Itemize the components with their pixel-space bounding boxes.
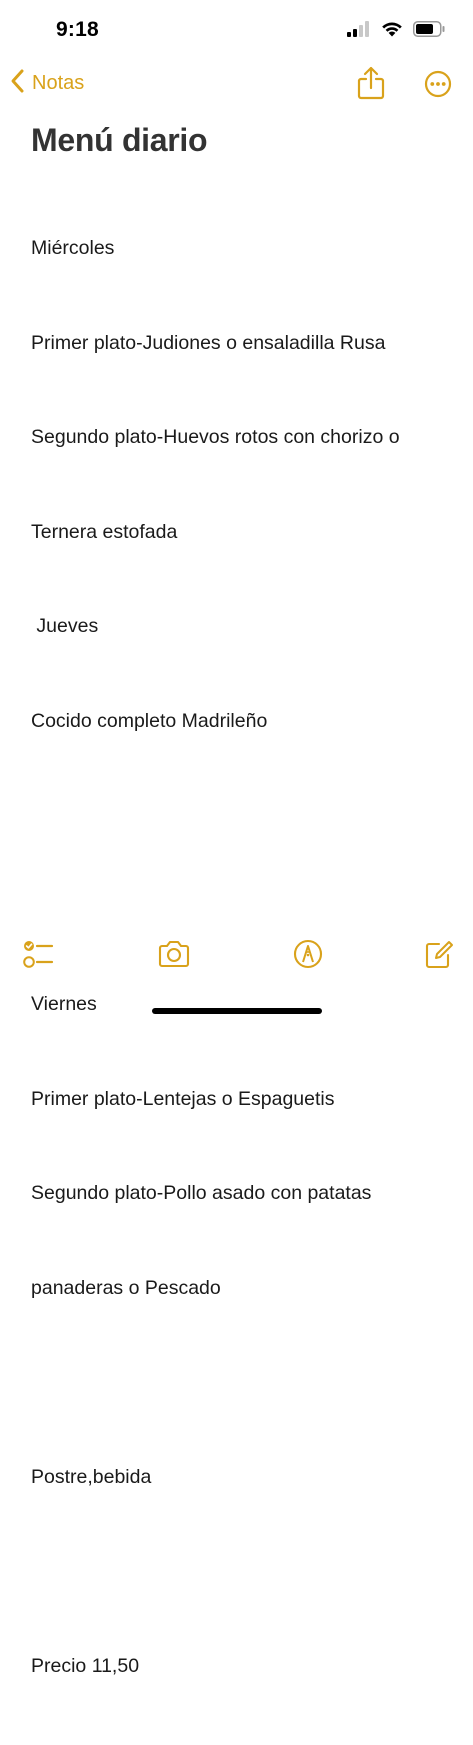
note-line: Viernes xyxy=(31,993,97,1015)
note-line: Postre,bebida xyxy=(31,1465,152,1488)
note-content[interactable]: Menú diario Miércoles Primer plato-Judio… xyxy=(31,118,451,1745)
markup-button[interactable] xyxy=(292,938,324,975)
note-line: Cocido completo Madrileño xyxy=(31,709,268,732)
camera-button[interactable] xyxy=(157,938,191,975)
note-line: Miércoles xyxy=(31,237,115,259)
battery-icon xyxy=(413,21,445,42)
navigation-bar: Notas xyxy=(0,62,473,108)
checklist-button[interactable] xyxy=(22,938,54,975)
note-line xyxy=(31,800,451,832)
note-line: Primer plato-Lentejas o Espaguetis xyxy=(31,1087,335,1110)
back-label: Notas xyxy=(32,72,85,94)
note-line: Ternera estofada xyxy=(31,520,178,543)
compose-button[interactable] xyxy=(424,938,454,975)
compose-icon xyxy=(424,941,454,974)
cellular-signal-icon xyxy=(347,21,371,42)
back-button[interactable]: Notas xyxy=(10,68,84,99)
share-button[interactable] xyxy=(357,66,385,105)
share-icon xyxy=(357,66,385,104)
note-line xyxy=(31,1556,451,1588)
more-button[interactable] xyxy=(424,70,452,103)
note-line: Segundo plato-Huevos rotos con chorizo o xyxy=(31,426,400,448)
status-time: 9:18 xyxy=(56,18,99,41)
bottom-toolbar xyxy=(0,938,473,978)
note-line: Primer plato-Judiones o ensaladilla Rusa xyxy=(31,331,386,354)
chevron-left-icon xyxy=(10,68,26,99)
wifi-icon xyxy=(381,21,403,42)
markup-pen-icon xyxy=(292,939,324,974)
checklist-icon xyxy=(22,941,54,974)
home-indicator[interactable] xyxy=(152,1008,322,1014)
note-line: Jueves xyxy=(31,615,99,637)
status-icons xyxy=(347,21,445,42)
note-line: panaderas o Pescado xyxy=(31,1276,221,1299)
more-icon xyxy=(424,70,452,102)
status-bar: 9:18 xyxy=(0,0,473,60)
note-line xyxy=(31,895,451,927)
note-line: Precio 11,50 xyxy=(31,1654,140,1677)
camera-icon xyxy=(157,940,191,974)
note-line: Segundo plato-Pollo asado con patatas xyxy=(31,1182,372,1204)
note-line xyxy=(31,1367,451,1399)
note-title[interactable]: Menú diario xyxy=(31,118,451,162)
